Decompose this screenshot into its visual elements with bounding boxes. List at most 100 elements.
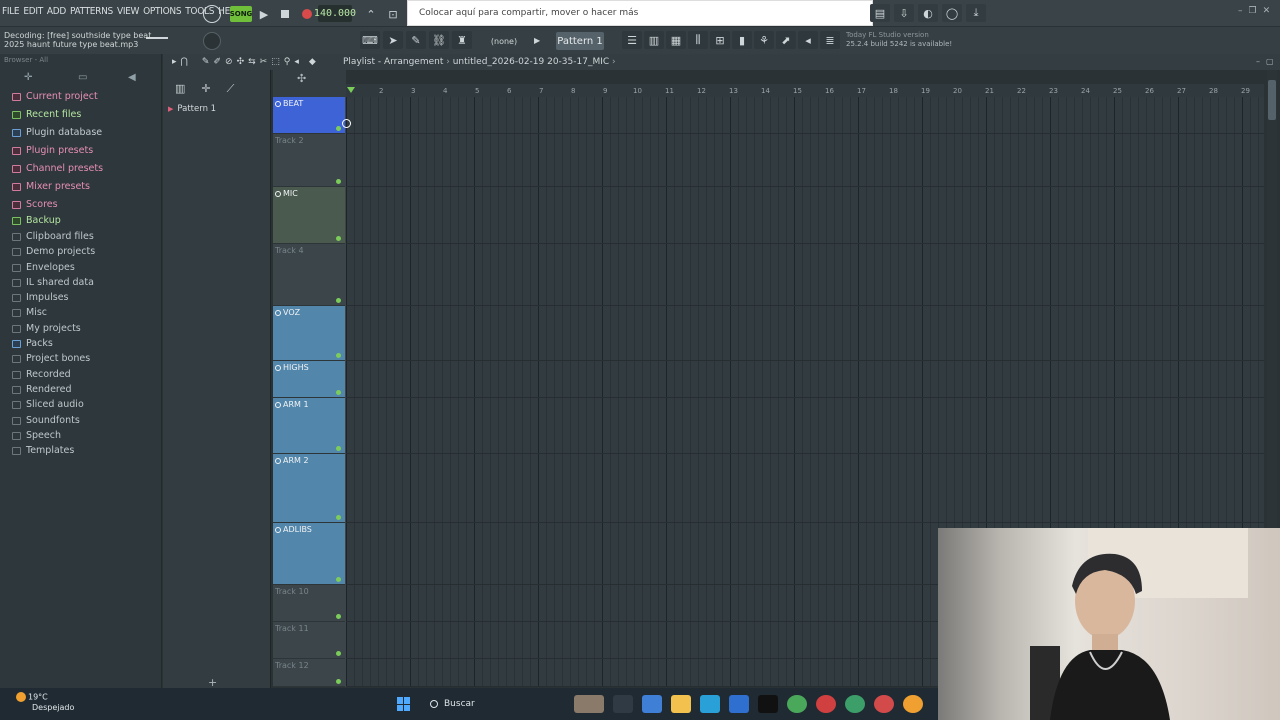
track-mute-icon[interactable]	[275, 401, 281, 408]
select-tool-icon[interactable]: ⬚	[271, 57, 280, 67]
track-led-icon[interactable]	[336, 179, 341, 184]
scrollbar-thumb[interactable]	[1268, 80, 1276, 120]
browser-item[interactable]: Recorded	[12, 369, 71, 380]
browser-icon[interactable]: ⊞	[710, 31, 730, 49]
track-led-icon[interactable]	[336, 651, 341, 656]
file-explorer-icon[interactable]	[671, 695, 691, 713]
mute-icon[interactable]: ◂	[798, 31, 818, 49]
mixer-icon[interactable]: ⫼	[688, 31, 708, 49]
track-led-icon[interactable]	[336, 353, 341, 358]
track-header[interactable]: Track 12	[273, 659, 345, 687]
menu-options[interactable]: OPTIONS	[143, 6, 181, 17]
playlist-arrows-icon[interactable]: ◆	[309, 57, 316, 67]
piano-roll-icon[interactable]: ⌨	[360, 31, 380, 49]
track-mute-icon[interactable]	[275, 100, 281, 107]
draw-tool-icon[interactable]: ✎	[202, 57, 210, 67]
pattern-list-icon[interactable]: ▥	[175, 82, 185, 96]
close-icon[interactable]: ✕	[1263, 6, 1271, 16]
piano-roll-window-icon[interactable]: ▥	[644, 31, 664, 49]
stamp-icon[interactable]: ♜	[452, 31, 472, 49]
track-header[interactable]: Track 10	[273, 585, 345, 622]
pattern-selector[interactable]: Pattern 1	[556, 32, 604, 50]
delete-tool-icon[interactable]: ⊘	[225, 57, 233, 67]
track-led-icon[interactable]	[336, 446, 341, 451]
browser-item[interactable]: Channel presets	[12, 163, 103, 174]
pencil-icon[interactable]: ✎	[406, 31, 426, 49]
download-icon[interactable]: ⤓	[966, 4, 986, 22]
track-mute-icon[interactable]	[275, 457, 281, 464]
browser-item[interactable]: IL shared data	[12, 277, 94, 288]
save-icon[interactable]: ▤	[870, 4, 890, 22]
mute-tool-icon[interactable]: ✣	[237, 57, 245, 67]
slice-tool-icon[interactable]: ✂	[260, 57, 268, 67]
track-led-icon[interactable]	[336, 236, 341, 241]
browser-item[interactable]: Sliced audio	[12, 399, 84, 410]
browser-item[interactable]: Templates	[12, 445, 74, 456]
chrome-alt-icon[interactable]	[845, 695, 865, 713]
browser-item[interactable]: Recent files	[12, 109, 81, 120]
browser-item[interactable]: My projects	[12, 323, 81, 334]
browser-item[interactable]: Clipboard files	[12, 231, 94, 242]
browser-item[interactable]: Backup	[12, 215, 61, 226]
metronome-icon[interactable]: ⌃	[361, 5, 381, 23]
zoom-icon[interactable]: ✣	[297, 72, 306, 85]
browser-item[interactable]: Plugin database	[12, 127, 102, 138]
track-header[interactable]: ARM 2	[273, 454, 345, 523]
browser-item[interactable]: Packs	[12, 338, 53, 349]
menu-file[interactable]: FILE	[2, 6, 20, 17]
track-header[interactable]: ADLIBS	[273, 523, 345, 585]
windows-start-icon[interactable]	[397, 697, 411, 711]
track-header[interactable]: HIGHS	[273, 361, 345, 398]
taskbar-widget-icon[interactable]	[574, 695, 604, 713]
minimize-icon[interactable]: –	[1238, 6, 1243, 16]
script-icon[interactable]: ⬈	[776, 31, 796, 49]
track-header[interactable]: Track 4	[273, 244, 345, 306]
app-store-icon[interactable]	[642, 695, 662, 713]
browser-item[interactable]: Envelopes	[12, 262, 75, 273]
fl-studio-icon[interactable]	[903, 695, 923, 713]
track-led-icon[interactable]	[336, 515, 341, 520]
track-mute-icon[interactable]	[275, 526, 281, 533]
wait-input-icon[interactable]: ⊡	[383, 5, 403, 23]
track-header[interactable]: MIC	[273, 187, 345, 244]
snap-select[interactable]: (none)	[484, 34, 524, 48]
pattern-item[interactable]: ▶ Pattern 1	[168, 103, 268, 115]
zoom-tool-icon[interactable]: ⚲	[284, 57, 291, 67]
timeline-ruler[interactable]	[346, 84, 1264, 97]
browser-item[interactable]: Project bones	[12, 353, 90, 364]
task-view-icon[interactable]	[613, 695, 633, 713]
collapse-icon[interactable]: ✛	[24, 72, 32, 83]
master-pitch-knob[interactable]	[203, 32, 221, 50]
link-icon[interactable]: ⛓	[429, 31, 449, 49]
playlist-minimize-icon[interactable]: –	[1256, 57, 1260, 66]
plugin-picker-icon[interactable]: ▮	[732, 31, 752, 49]
browser-item[interactable]: Misc	[12, 307, 47, 318]
track-led-icon[interactable]	[336, 298, 341, 303]
edge-browser-icon[interactable]	[700, 695, 720, 713]
track-led-icon[interactable]	[336, 390, 341, 395]
cpu-icon[interactable]: ◐	[918, 4, 938, 22]
magnet-icon[interactable]: ⋂	[181, 57, 188, 67]
playlist-maximize-icon[interactable]: ▢	[1266, 57, 1274, 66]
taskbar-search[interactable]: Buscar	[424, 694, 568, 714]
pattern-edit-icon[interactable]: ⟋	[227, 82, 235, 96]
arrow-icon[interactable]: ➤	[383, 31, 403, 49]
chrome-profile-icon[interactable]	[816, 695, 836, 713]
menu-patterns[interactable]: PATTERNS	[70, 6, 113, 17]
notes-icon[interactable]: ≣	[820, 31, 840, 49]
track-header[interactable]: Track 11	[273, 622, 345, 659]
slip-tool-icon[interactable]: ⇆	[248, 57, 256, 67]
chat-icon[interactable]: ◯	[942, 4, 962, 22]
tempo-display[interactable]: 140.000	[314, 5, 356, 22]
menu-view[interactable]: VIEW	[117, 6, 139, 17]
view-icon[interactable]: ▭	[78, 72, 87, 83]
track-led-icon[interactable]	[336, 614, 341, 619]
export-icon[interactable]: ⇩	[894, 4, 914, 22]
song-mode-toggle[interactable]: SONG	[230, 6, 252, 22]
speaker-icon[interactable]: ◀	[128, 72, 136, 83]
track-mute-icon[interactable]	[275, 190, 281, 197]
weather-widget[interactable]: 19°C Despejado	[16, 692, 74, 713]
paint-tool-icon[interactable]: ✐	[213, 57, 221, 67]
playlist-icon[interactable]: ☰	[622, 31, 642, 49]
playhead-marker[interactable]	[347, 87, 355, 93]
